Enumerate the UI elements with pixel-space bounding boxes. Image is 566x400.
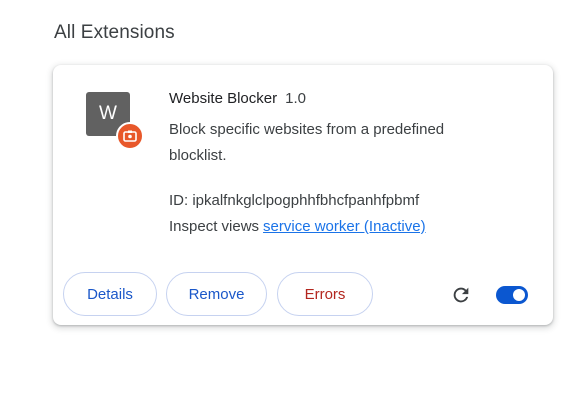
extension-card: W Website Blocker 1.0 Block specific webs…	[53, 65, 553, 325]
extension-icon-group: W	[86, 92, 144, 150]
inspect-views-label: Inspect views	[169, 218, 260, 235]
extension-version: 1.0	[285, 90, 306, 107]
extension-info: Website Blocker 1.0 Block specific websit…	[169, 89, 529, 237]
remove-button[interactable]: Remove	[166, 272, 267, 316]
section-title: All Extensions	[54, 22, 175, 43]
extension-name: Website Blocker	[169, 90, 278, 107]
extensions-page: All Extensions W Website Blocker 1.0 Bloc…	[0, 0, 566, 400]
unpacked-extension-icon	[116, 122, 144, 150]
toggle-knob	[513, 289, 525, 301]
extension-id: ID: ipkalfnkglclpogphhfbhcfpanhfpbmf	[169, 192, 420, 209]
enable-toggle[interactable]	[496, 286, 528, 304]
extension-description: Block specific websites from a predefine…	[169, 121, 445, 164]
service-worker-link[interactable]: service worker (Inactive)	[263, 218, 426, 235]
reload-icon[interactable]	[450, 284, 472, 306]
details-button[interactable]: Details	[63, 272, 157, 316]
errors-button[interactable]: Errors	[277, 272, 373, 316]
extension-icon-letter: W	[99, 103, 117, 124]
inspect-views: Inspect views service worker (Inactive)	[169, 217, 529, 237]
extension-name-row: Website Blocker 1.0	[169, 89, 529, 109]
